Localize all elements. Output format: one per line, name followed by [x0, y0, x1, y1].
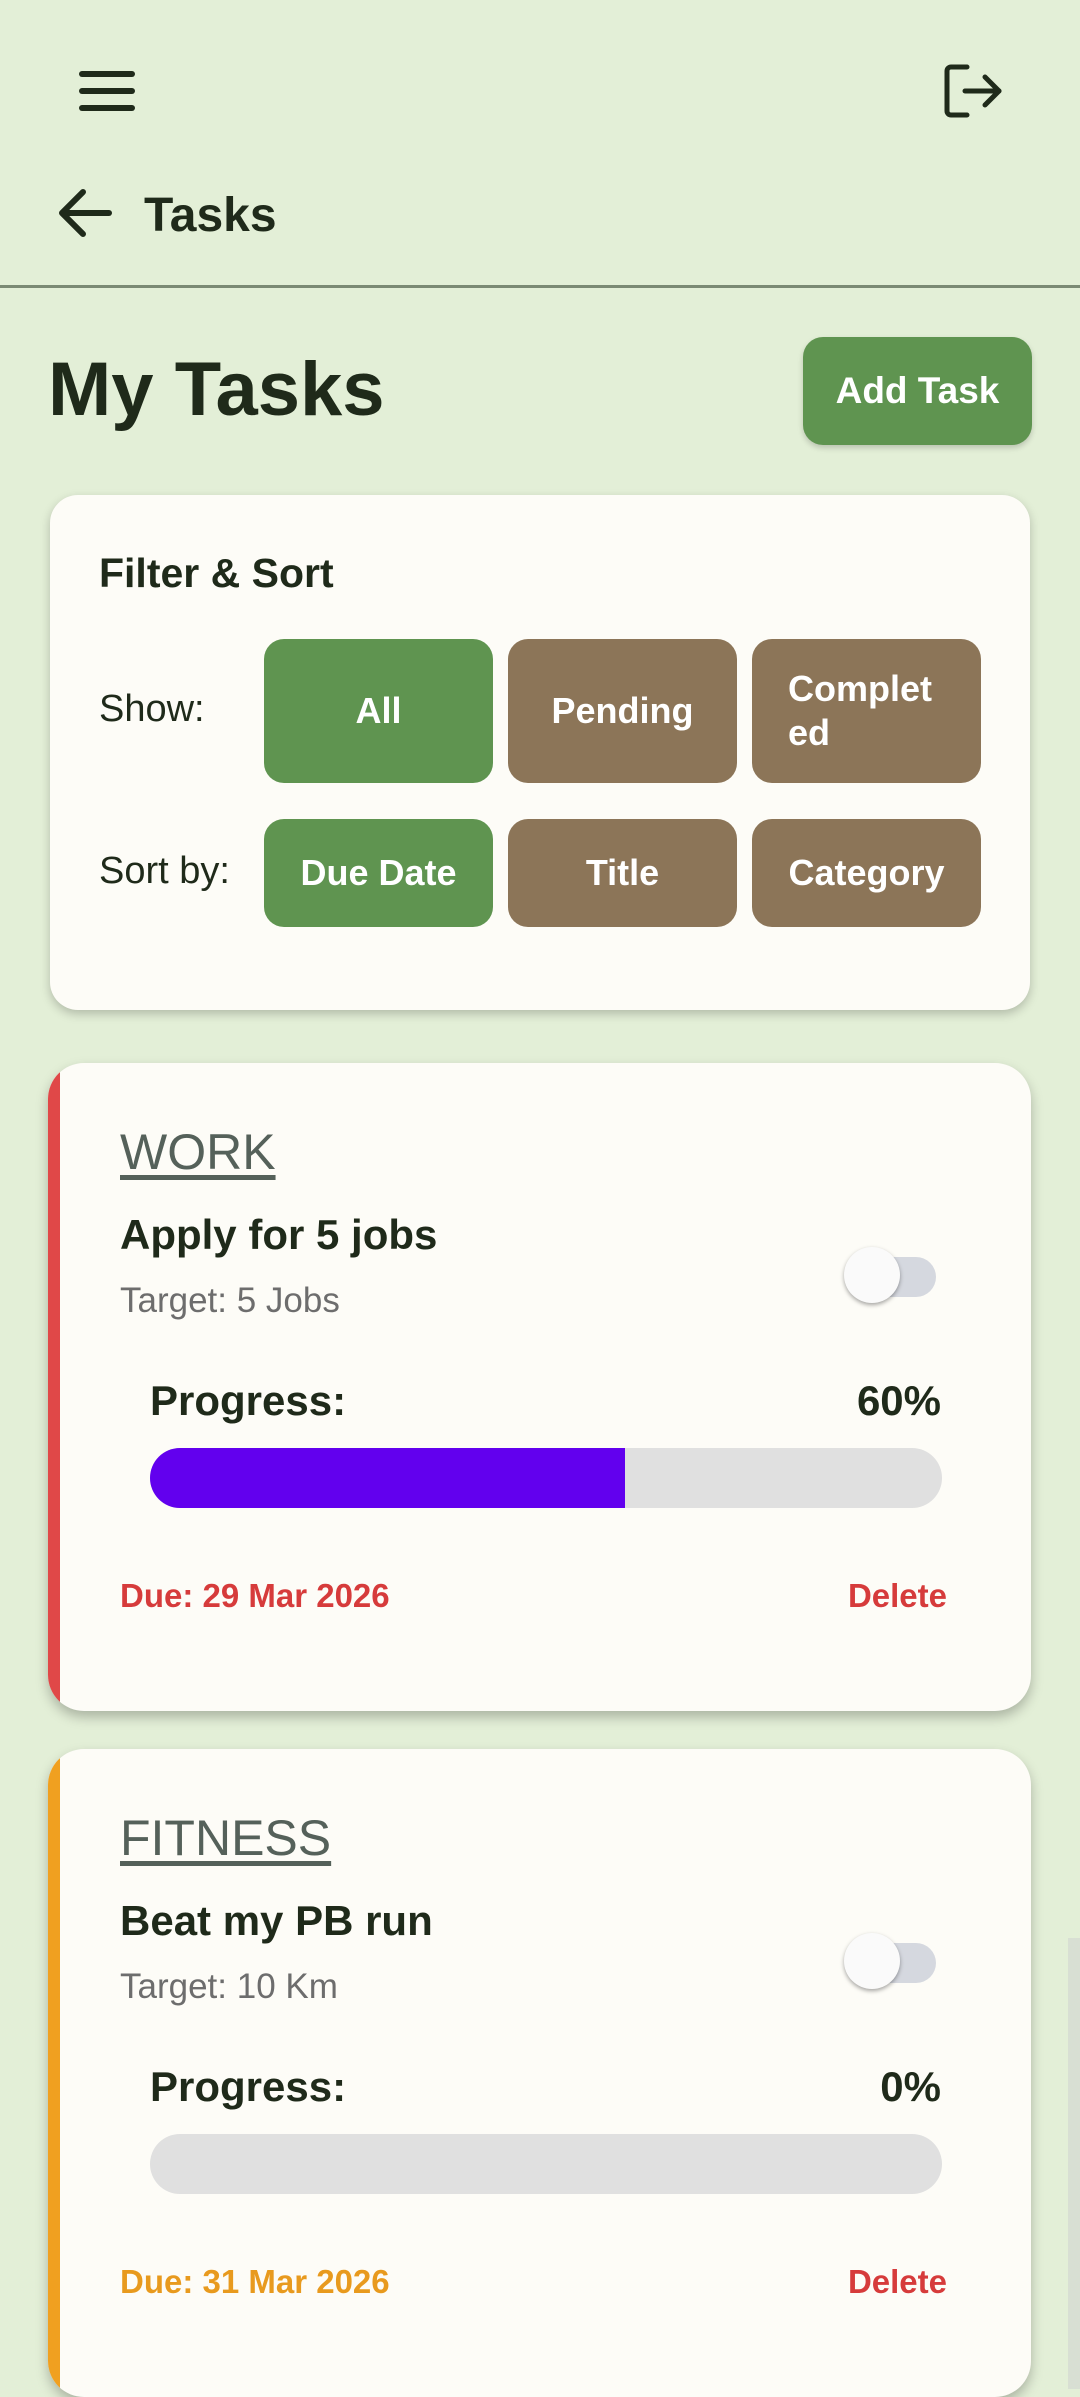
progress-value: 0% — [880, 2063, 941, 2110]
task-card: WORK Apply for 5 jobs Target: 5 Jobs Pro… — [48, 1063, 1031, 1711]
progress-fill — [150, 1448, 626, 1508]
task-due-date: Due: 29 Mar 2026 — [120, 1577, 390, 1614]
task-target: Target: 10 Km — [120, 1967, 338, 2006]
sort-label: Sort by: — [99, 850, 230, 892]
menu-icon — [79, 71, 135, 111]
show-label: Show: — [99, 688, 205, 730]
task-category-stripe — [48, 1749, 60, 2397]
delete-task-button[interactable]: Delete — [848, 1577, 947, 1615]
logout-button[interactable] — [928, 46, 1018, 136]
nav-title: Tasks — [144, 189, 277, 242]
delete-task-button[interactable]: Delete — [848, 2263, 947, 2301]
filter-all-chip[interactable]: All — [264, 639, 493, 783]
divider — [0, 285, 1080, 288]
filter-sort-card: Filter & Sort Show: All Pending Complet … — [50, 495, 1030, 1010]
task-complete-toggle[interactable] — [840, 1243, 940, 1305]
task-complete-toggle[interactable] — [840, 1929, 940, 1991]
task-card: FITNESS Beat my PB run Target: 10 Km Pro… — [48, 1749, 1031, 2397]
sort-category-chip[interactable]: Category — [752, 819, 981, 927]
scrollbar[interactable] — [1068, 1938, 1080, 2389]
toggle-thumb — [844, 1247, 900, 1303]
sort-title-chip[interactable]: Title — [508, 819, 737, 927]
sort-due-date-chip[interactable]: Due Date — [264, 819, 493, 927]
task-category: FITNESS — [120, 1810, 332, 1866]
back-button[interactable] — [40, 168, 130, 258]
toggle-thumb — [844, 1933, 900, 1989]
progress-label: Progress: — [150, 1377, 347, 1424]
filter-heading: Filter & Sort — [99, 550, 334, 596]
menu-button[interactable] — [62, 46, 152, 136]
task-category: WORK — [120, 1124, 276, 1180]
arrow-left-icon — [59, 189, 112, 237]
page-title: My Tasks — [48, 347, 385, 432]
task-title: Apply for 5 jobs — [120, 1211, 438, 1258]
task-category-stripe — [48, 1063, 60, 1711]
filter-pending-chip[interactable]: Pending — [508, 639, 737, 783]
progress-label: Progress: — [150, 2063, 347, 2110]
progress-value: 60% — [856, 1377, 941, 1424]
progress-bar — [150, 1448, 942, 1508]
task-title: Beat my PB run — [120, 1897, 433, 1944]
logout-icon — [944, 64, 1002, 118]
filter-completed-chip[interactable]: Complet ed — [752, 639, 981, 783]
add-task-button[interactable]: Add Task — [803, 337, 1032, 445]
task-due-date: Due: 31 Mar 2026 — [120, 2263, 390, 2300]
progress-bar — [150, 2134, 942, 2194]
task-target: Target: 5 Jobs — [120, 1281, 340, 1320]
app-bar — [0, 0, 1080, 180]
